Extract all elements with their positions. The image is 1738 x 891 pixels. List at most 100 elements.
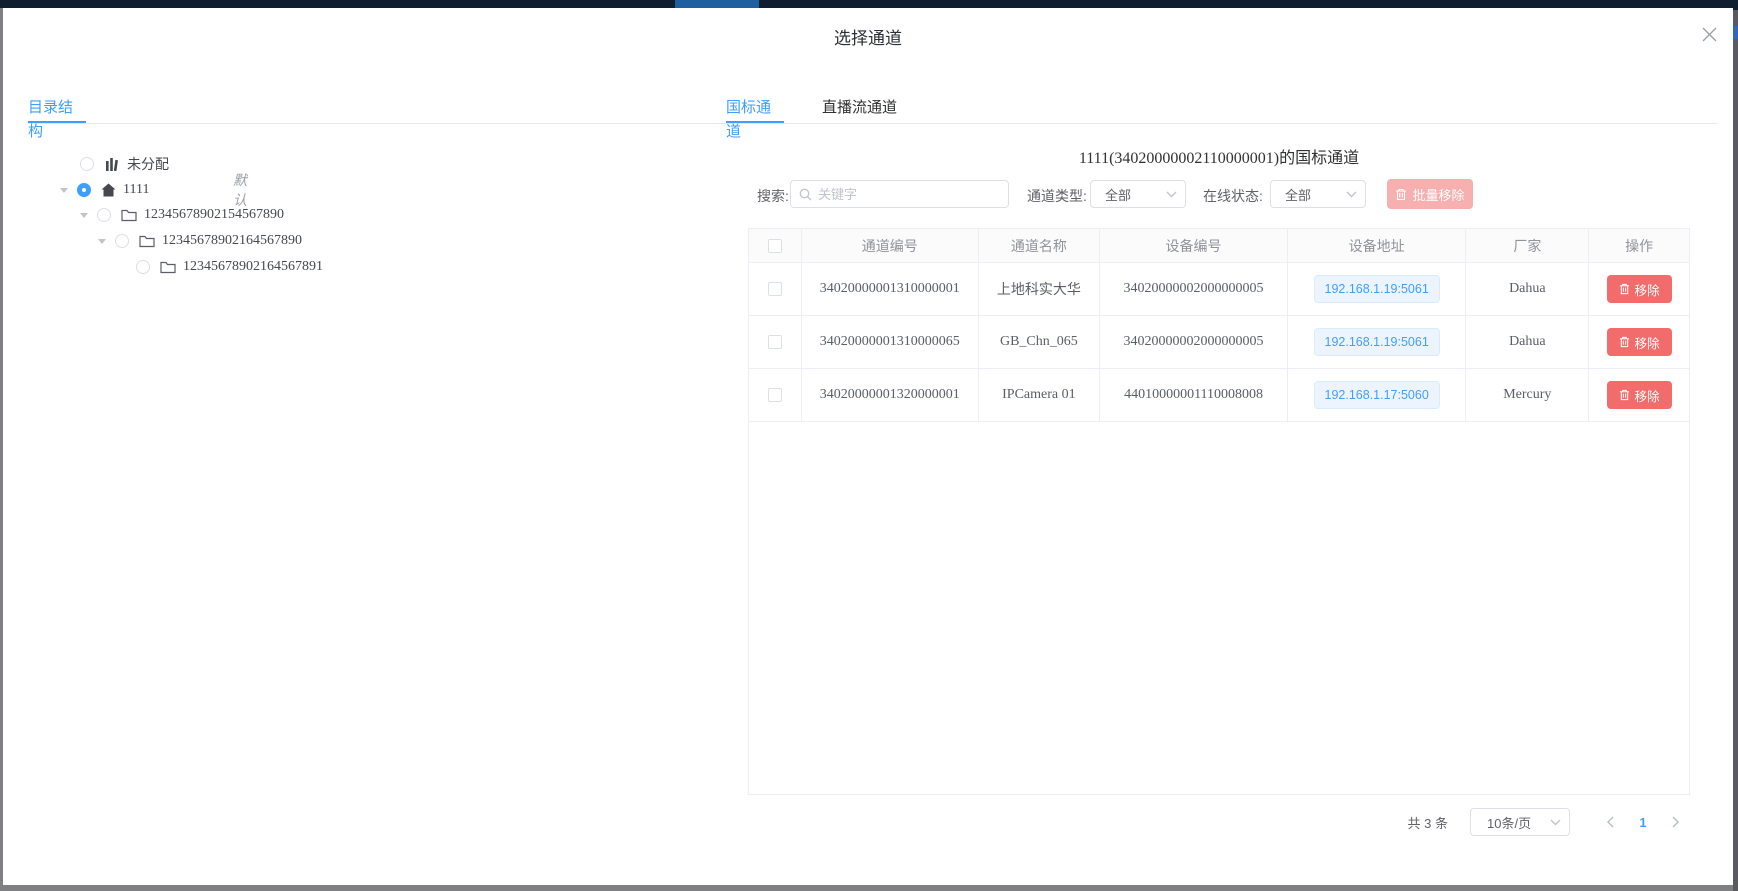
tab-gb-channels[interactable]: 国标通道: [726, 96, 784, 123]
table-row: 34020000001310000001 上地科实大华 340200000020…: [749, 263, 1689, 316]
online-status-select[interactable]: 全部: [1270, 180, 1366, 208]
col-header-channel-id: 通道编号: [802, 229, 979, 263]
channel-type-label: 通道类型:: [1027, 186, 1087, 206]
page-scrollbar: [1733, 0, 1738, 891]
nav-item[interactable]: 云端录像: [528, 0, 584, 8]
nav-item-active[interactable]: 国标级联: [675, 0, 759, 8]
search-icon: [799, 188, 812, 201]
device-address-tag: 192.168.1.17:5060: [1314, 381, 1440, 409]
home-icon: [101, 183, 116, 197]
chevron-right-icon: [1672, 816, 1680, 828]
cell-vendor: Dahua: [1466, 263, 1589, 316]
channels-table: 通道编号 通道名称 设备编号 设备地址 厂家 操作 34020000001310…: [748, 228, 1690, 795]
trash-icon: [1395, 188, 1407, 201]
folder-icon: [139, 234, 155, 248]
folder-icon: [121, 208, 137, 222]
tree-node-label[interactable]: 12345678902164567891: [183, 259, 323, 275]
table-header-row: 通道编号 通道名称 设备编号 设备地址 厂家 操作: [749, 229, 1689, 263]
prev-page-button[interactable]: [1596, 808, 1624, 836]
cell-device-id: 34020000002000000005: [1100, 263, 1288, 316]
cell-channel-name: IPCamera 01: [979, 369, 1101, 422]
radio-unchecked[interactable]: [80, 157, 94, 171]
tree-node-label[interactable]: 12345678902154567890: [144, 207, 284, 223]
folder-icon: [160, 260, 176, 274]
tab-directory-structure[interactable]: 目录结构: [28, 96, 86, 123]
batch-remove-button[interactable]: 批量移除: [1387, 179, 1473, 209]
tree-node-label[interactable]: 未分配: [127, 154, 169, 174]
cell-channel-name: 上地科实大华: [979, 263, 1101, 316]
chevron-down-icon: [1166, 191, 1177, 198]
tree-row-group: 12345678902154567890: [3, 202, 284, 228]
nav-item[interactable]: 分屏监控: [27, 0, 83, 8]
search-input[interactable]: [790, 180, 1009, 208]
page-size-select[interactable]: 10条/页: [1470, 808, 1570, 836]
caret-down-icon[interactable]: [60, 188, 68, 193]
remove-button[interactable]: 移除: [1607, 328, 1672, 356]
remove-button[interactable]: 移除: [1607, 381, 1672, 409]
remove-label: 移除: [1635, 333, 1660, 352]
nav-item[interactable]: 拉流列表: [446, 0, 502, 8]
trash-icon: [1619, 283, 1630, 295]
nav-item[interactable]: 服务配置: [603, 0, 659, 8]
cell-vendor: Mercury: [1466, 369, 1589, 422]
keyword-field[interactable]: [818, 187, 1008, 202]
remove-button[interactable]: 移除: [1607, 275, 1672, 303]
chevron-down-icon: [1550, 819, 1561, 826]
nav-item[interactable]: 推流列表: [352, 0, 408, 8]
radio-checked[interactable]: [77, 183, 91, 197]
page-scrollbar-track-top: [1733, 0, 1738, 10]
col-header-device-id: 设备编号: [1100, 229, 1288, 263]
screen: 分屏监控 国标设备 电子地图 推流列表 拉流列表 云端录像 服务配置 国标级联 …: [0, 0, 1738, 891]
channels-heading: 1111(34020000002110000001)的国标通道: [748, 144, 1690, 168]
pagination: 共 3 条 10条/页 1: [748, 808, 1690, 836]
close-button[interactable]: [1695, 20, 1723, 48]
caret-down-icon[interactable]: [98, 239, 106, 244]
tree-node-label[interactable]: 1111: [123, 182, 149, 198]
scrollbar-thumb[interactable]: [1733, 26, 1738, 39]
nav-item[interactable]: 用户管理: [773, 0, 829, 8]
cell-device-id: 44010000001110008008: [1100, 369, 1288, 422]
page-number-current[interactable]: 1: [1629, 808, 1657, 836]
tree-node-label[interactable]: 12345678902164567890: [162, 233, 302, 249]
col-header-vendor: 厂家: [1466, 229, 1589, 263]
channel-type-select[interactable]: 全部: [1090, 180, 1186, 208]
tree-row-unassigned: 未分配: [3, 151, 169, 177]
cell-channel-id: 34020000001310000065: [802, 316, 979, 369]
nav-item[interactable]: 国标设备: [155, 0, 211, 8]
tab-livestream-channels[interactable]: 直播流通道: [822, 96, 897, 123]
total-count: 共 3 条: [1408, 813, 1448, 832]
chevron-down-icon: [1346, 191, 1357, 198]
remove-label: 移除: [1635, 386, 1660, 405]
top-nav-items: 分屏监控 国标设备 电子地图 推流列表 拉流列表 云端录像 服务配置 国标级联 …: [0, 0, 1738, 8]
select-all-checkbox[interactable]: [768, 239, 782, 253]
next-page-button[interactable]: [1662, 808, 1690, 836]
row-checkbox[interactable]: [768, 388, 782, 402]
search-label: 搜索:: [757, 186, 789, 206]
tabbar-divider: [28, 123, 1717, 124]
table-row: 34020000001310000065 GB_Chn_065 34020000…: [749, 316, 1689, 369]
tab-label: 国标通道: [726, 99, 771, 140]
trash-icon: [1619, 389, 1630, 401]
remove-label: 移除: [1635, 280, 1660, 299]
nav-item[interactable]: 电子地图: [251, 0, 307, 8]
batch-remove-label: 批量移除: [1412, 185, 1464, 204]
radio-unchecked[interactable]: [136, 260, 150, 274]
device-address-tag: 192.168.1.19:5061: [1314, 328, 1440, 356]
row-checkbox[interactable]: [768, 335, 782, 349]
close-icon: [1702, 27, 1717, 42]
tree-row-root: 1111 默认: [3, 177, 149, 203]
select-value: 全部: [1105, 185, 1131, 204]
radio-unchecked[interactable]: [115, 234, 129, 248]
radio-unchecked[interactable]: [97, 208, 111, 222]
online-status-label: 在线状态:: [1203, 186, 1263, 206]
col-header-channel-name: 通道名称: [979, 229, 1101, 263]
unassigned-icon: [104, 157, 120, 172]
caret-down-icon[interactable]: [80, 213, 88, 218]
trash-icon: [1619, 336, 1630, 348]
cell-vendor: Dahua: [1466, 316, 1589, 369]
col-header-device-address: 设备地址: [1288, 229, 1467, 263]
row-checkbox[interactable]: [768, 282, 782, 296]
cell-channel-id: 34020000001320000001: [802, 369, 979, 422]
tab-label: 直播流通道: [822, 99, 897, 116]
col-header-actions: 操作: [1589, 229, 1689, 263]
